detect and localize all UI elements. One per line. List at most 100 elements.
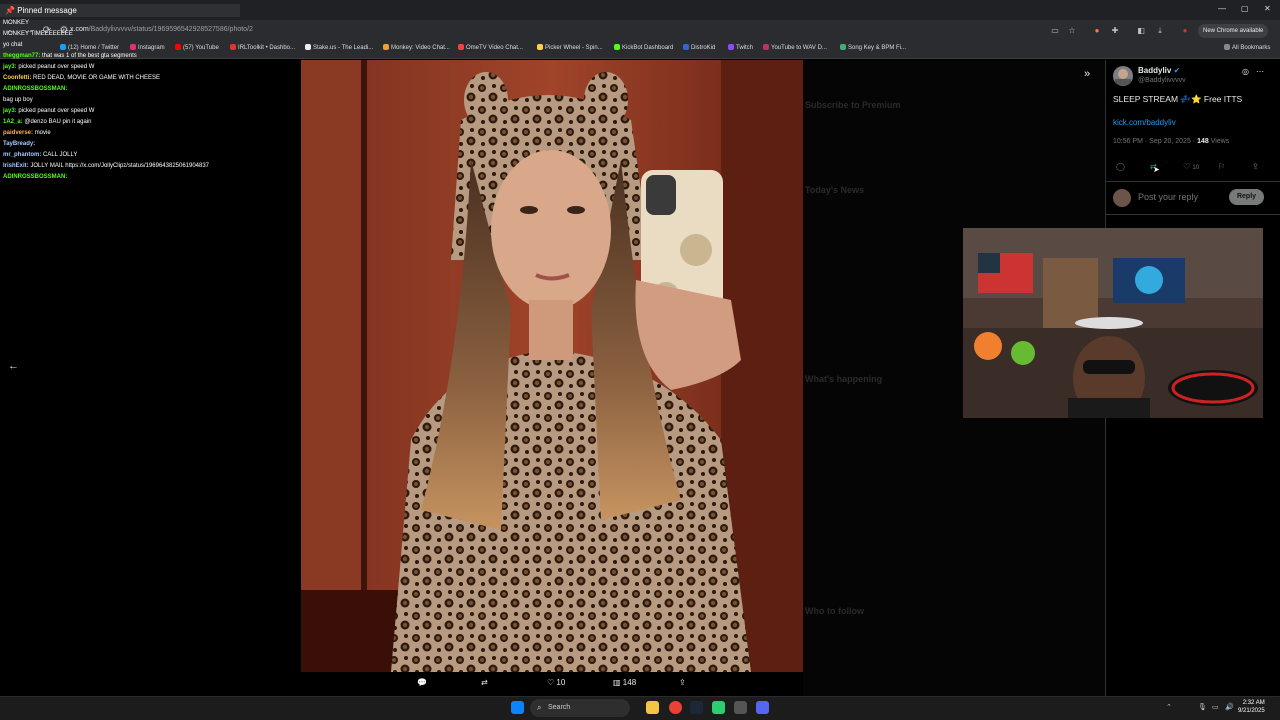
chat-message: paidverse: movie (3, 128, 298, 139)
chat-text: yo chat (3, 42, 23, 48)
avatar[interactable] (1113, 66, 1133, 86)
tweet-photo[interactable] (301, 60, 803, 672)
search-icon: ⌕ (537, 703, 542, 712)
chat-username[interactable]: 1A2_a: (3, 119, 23, 125)
chat-username[interactable]: jay3: (3, 108, 17, 114)
steam-icon[interactable] (690, 701, 703, 714)
clock-date: 9/21/2025 (1238, 708, 1265, 714)
repost-icon[interactable]: ⇄ (481, 678, 488, 687)
panel-reply-icon[interactable]: ◯ (1116, 162, 1125, 171)
profile-icon[interactable]: ● (1180, 26, 1190, 36)
obs-icon[interactable] (734, 701, 747, 714)
puzzle-icon[interactable]: ✚ (1110, 26, 1120, 36)
bookmark-item[interactable]: OmeTV Video Chat... (458, 44, 523, 51)
tweet-text: SLEEP STREAM 💤⭐ Free ITTS (1113, 94, 1243, 104)
views-button[interactable]: ▥ 148 (613, 678, 636, 687)
chat-username[interactable]: ADINROSSBOSSMAN: (3, 174, 67, 180)
sidepanel-icon[interactable]: ◧ (1136, 26, 1146, 36)
chat-username[interactable]: ADINROSSBOSSMAN: (3, 86, 67, 92)
chat-message: MONKEY (3, 18, 298, 29)
bookmark-favicon-icon (728, 44, 734, 50)
chat-message: mr_phantom: CALL JOLLY (3, 150, 298, 161)
folder-icon (1224, 44, 1230, 50)
bookmark-label: YouTube to WAV D... (771, 45, 827, 51)
minimize-icon[interactable]: — (1218, 4, 1226, 13)
bookmark-favicon-icon (763, 44, 769, 50)
tweet-link[interactable]: kick.com/baddyliv (1113, 118, 1176, 127)
taskbar-search[interactable]: Search (530, 699, 630, 717)
reply-input[interactable]: Post your reply (1138, 192, 1198, 202)
reply-button[interactable]: Reply (1229, 189, 1264, 205)
reply-icon[interactable]: 💬 (417, 678, 427, 687)
collapse-panel-icon[interactable]: » (1084, 68, 1090, 80)
chat-message: jay3: picked peanut over speed W (3, 106, 298, 117)
star-icon[interactable]: ☆ (1067, 26, 1077, 36)
bar-chart-icon: ▥ (613, 678, 621, 687)
bookmark-item[interactable]: Twitch (728, 44, 753, 51)
chat-message: ADINROSSBOSSMAN: (3, 84, 298, 95)
bookmark-item[interactable]: Stake.us - The Leadi... (305, 44, 373, 51)
share-icon[interactable]: ⇪ (679, 678, 686, 687)
more-options-icon[interactable]: ⋯ (1256, 67, 1264, 76)
ghost-news-label: Today's News (805, 185, 864, 195)
windows-start-icon[interactable] (511, 701, 524, 714)
bookmark-item[interactable]: Song Key & BPM Fi... (840, 44, 906, 51)
bookmark-favicon-icon (383, 44, 389, 50)
my-avatar (1113, 189, 1131, 207)
chat-username[interactable]: paidverse: (3, 130, 33, 136)
bookmark-item[interactable]: DistroKid (683, 44, 715, 51)
tweet-views-count: 148 (1197, 138, 1209, 145)
chat-username[interactable]: TayBready: (3, 141, 35, 147)
volume-icon[interactable]: 🔊 (1225, 703, 1234, 711)
chrome-icon[interactable] (669, 701, 682, 714)
bookmark-item[interactable]: Monkey: Video Chat... (383, 44, 450, 51)
display-name[interactable]: Baddyliv ✔ (1138, 66, 1180, 75)
chat-username[interactable]: jay3: (3, 64, 17, 70)
chat-username[interactable]: Coonfetti: (3, 75, 31, 81)
chat-text: picked peanut over speed W (18, 108, 95, 114)
chat-username[interactable]: theggman77: (3, 53, 40, 59)
chat-text: CALL JOLLY (43, 152, 78, 158)
panel-share-icon[interactable]: ⇪ (1252, 162, 1259, 171)
user-handle[interactable]: @Baddylivvvvv (1138, 77, 1186, 84)
file-explorer-icon[interactable] (646, 701, 659, 714)
taskbar-search-label: Search (548, 704, 571, 711)
grok-icon[interactable]: ◎ (1242, 67, 1249, 76)
chat-message: Coonfetti: RED DEAD, MOVIE OR GAME WITH … (3, 73, 298, 84)
chat-message: jay3: picked peanut over speed W (3, 62, 298, 73)
chat-text: picked peanut over speed W (18, 64, 95, 70)
maximize-icon[interactable]: ▢ (1241, 4, 1249, 13)
panel-like-button[interactable]: ♡ 10 (1183, 162, 1199, 171)
taskbar-clock[interactable]: 2:32 AM 9/21/2025 (1238, 699, 1265, 715)
webcam-scene (963, 228, 1263, 418)
chat-message: bag up boy (3, 95, 298, 106)
windows-taskbar (0, 696, 1280, 720)
like-count: 10 (556, 678, 566, 687)
display-name-text: Baddyliv (1138, 66, 1172, 75)
microphone-icon[interactable]: 🎙 (1198, 703, 1207, 711)
back-arrow-icon[interactable]: ← (8, 360, 19, 372)
bookmark-item[interactable]: Picker Wheel - Spin... (537, 44, 603, 51)
chat-username[interactable]: IrishExit: (3, 163, 29, 169)
chat-message: IrishExit: JOLLY MAIL https://x.com/Joll… (3, 161, 298, 172)
network-icon[interactable]: ▭ (1212, 703, 1219, 711)
bookmark-item[interactable]: YouTube to WAV D... (763, 44, 827, 51)
like-button[interactable]: ♡ 10 (547, 678, 565, 687)
tray-chevron-icon[interactable]: ⌃ (1166, 703, 1172, 711)
chat-text: JOLLY MAIL https://x.com/JollyClipz/stat… (30, 163, 210, 169)
extension-icon[interactable]: ● (1092, 26, 1102, 36)
download-icon[interactable]: ⤓ (1155, 26, 1165, 36)
discord-icon[interactable] (756, 701, 769, 714)
new-chrome-available-button[interactable]: New Chrome available (1198, 24, 1269, 38)
chat-username[interactable]: mr_phantom: (3, 152, 41, 158)
bookmark-item[interactable]: KickBot Dashboard (614, 44, 673, 51)
pinned-message-bar[interactable]: 📌 Pinned message (0, 4, 240, 17)
bookmark-label: Picker Wheel - Spin... (545, 45, 603, 51)
tweet-time[interactable]: 10:56 PM · Sep 20, 2025 · (1113, 138, 1195, 145)
all-bookmarks-button[interactable]: All Bookmarks (1224, 44, 1270, 51)
bookmark-icon[interactable]: ⚐ (1218, 162, 1225, 171)
close-icon[interactable]: ✕ (1264, 4, 1271, 13)
all-bookmarks-label: All Bookmarks (1232, 45, 1271, 51)
kick-icon[interactable] (712, 701, 725, 714)
cast-icon[interactable]: ▭ (1050, 26, 1060, 36)
